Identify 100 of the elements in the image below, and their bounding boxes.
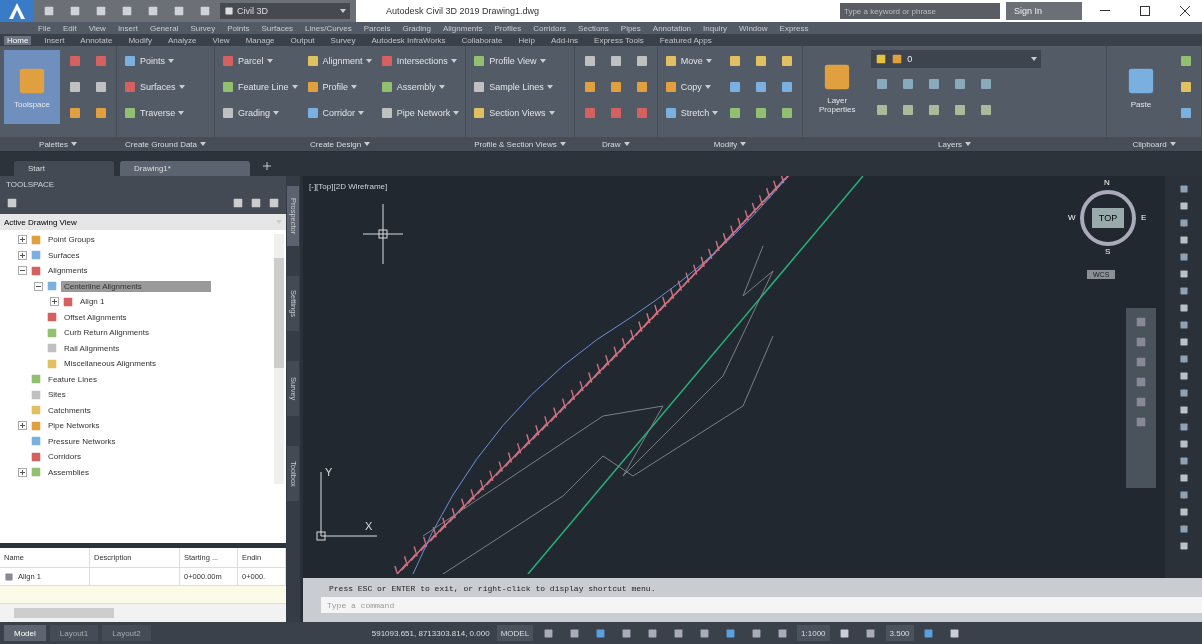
ribbon-tool-button[interactable]: Copy bbox=[661, 77, 721, 97]
ribbon-tab[interactable]: Insert bbox=[41, 35, 68, 45]
layout-tab[interactable]: Layout2 bbox=[102, 625, 151, 641]
layout-tab[interactable]: Model bbox=[4, 625, 46, 641]
tree-item[interactable]: Rail Alignments bbox=[61, 342, 123, 354]
panel-title-button[interactable]: Modify bbox=[657, 137, 803, 151]
compass-label[interactable]: W bbox=[1068, 213, 1076, 222]
ribbon-tool-button[interactable]: Profile View bbox=[470, 51, 557, 71]
workspace-dropdown[interactable]: Civil 3D bbox=[220, 3, 350, 19]
menu-item[interactable]: Corridors bbox=[533, 23, 567, 33]
ribbon-tab[interactable]: Collaborate bbox=[458, 35, 506, 45]
ribbon-tab[interactable]: Survey bbox=[327, 35, 359, 45]
ribbon-tool-button[interactable]: Grading bbox=[219, 103, 300, 123]
tree-item[interactable]: Corridors bbox=[45, 451, 84, 463]
ribbon-tool-button[interactable]: Section Views bbox=[470, 103, 557, 123]
panel-title-button[interactable]: Create Design bbox=[215, 137, 466, 151]
ribbon-tool-button[interactable]: Intersections bbox=[377, 51, 462, 71]
menu-item[interactable]: Parcels bbox=[363, 23, 391, 33]
panel-title-button[interactable]: Palettes bbox=[0, 137, 116, 151]
annotation-scale-button[interactable]: 1:1000 bbox=[797, 625, 830, 641]
document-tab[interactable]: Start bbox=[14, 161, 114, 176]
expand-icon[interactable] bbox=[18, 235, 27, 245]
menu-item[interactable]: Window bbox=[739, 23, 768, 33]
tree-item[interactable]: Alignments bbox=[45, 265, 91, 277]
ribbon-tool-button[interactable]: Pipe Network bbox=[377, 103, 462, 123]
collapse-icon[interactable] bbox=[18, 266, 27, 276]
compass-label[interactable]: S bbox=[1105, 247, 1111, 256]
ribbon-tool-button[interactable]: Corridor bbox=[303, 103, 374, 123]
compass-label[interactable]: E bbox=[1141, 213, 1147, 222]
collapse-icon[interactable] bbox=[34, 281, 43, 291]
ribbon-tool-button[interactable]: Profile bbox=[303, 77, 374, 97]
expand-icon[interactable] bbox=[18, 250, 27, 260]
menu-item[interactable]: Points bbox=[227, 23, 250, 33]
ribbon-tab[interactable]: View bbox=[209, 35, 233, 45]
ribbon-tool-button[interactable]: Move bbox=[661, 51, 721, 71]
ribbon-tool-button[interactable]: Alignment bbox=[303, 51, 374, 71]
expand-icon[interactable] bbox=[50, 297, 59, 307]
expand-icon[interactable] bbox=[18, 467, 27, 477]
ribbon-large-button[interactable]: Layer Properties bbox=[807, 50, 868, 124]
menu-item[interactable]: General bbox=[149, 23, 179, 33]
menu-item[interactable]: Lines/Curves bbox=[305, 23, 352, 33]
ribbon-tab[interactable]: Modify bbox=[125, 35, 155, 45]
menu-item[interactable]: Surfaces bbox=[261, 23, 294, 33]
ribbon-tab[interactable]: Analyze bbox=[164, 35, 200, 45]
tree-item[interactable]: Sites bbox=[45, 389, 69, 401]
menu-item[interactable]: Sections bbox=[578, 23, 609, 33]
menu-item[interactable]: Survey bbox=[190, 23, 216, 33]
cube-face[interactable]: TOP bbox=[1092, 208, 1124, 228]
view-dropdown[interactable]: Active Drawing View bbox=[0, 214, 286, 230]
tree-item[interactable]: Feature Lines bbox=[45, 373, 100, 385]
ribbon-tab[interactable]: Featured Apps bbox=[656, 35, 715, 45]
menu-item[interactable]: Express bbox=[779, 23, 809, 33]
menu-item[interactable]: Inquiry bbox=[703, 23, 728, 33]
tree-item[interactable]: Surfaces bbox=[45, 249, 83, 261]
panel-title-button[interactable]: Create Ground Data bbox=[117, 137, 215, 151]
text-height-button[interactable]: 3.500 bbox=[885, 625, 914, 641]
ribbon-tab[interactable]: Home bbox=[4, 35, 32, 45]
sign-in-button[interactable]: Sign In bbox=[1005, 2, 1082, 20]
panel-title-button[interactable]: Profile & Section Views bbox=[466, 137, 574, 151]
layer-dropdown[interactable]: 0 bbox=[871, 50, 1042, 68]
ribbon-tool-button[interactable]: Assembly bbox=[377, 77, 462, 97]
menu-item[interactable]: Annotation bbox=[652, 23, 692, 33]
model-space-button[interactable]: MODEL bbox=[496, 625, 534, 641]
tree-item[interactable]: Assemblies bbox=[45, 466, 92, 478]
navigation-bar[interactable] bbox=[1126, 308, 1156, 488]
menu-item[interactable]: View bbox=[88, 23, 106, 33]
search-field[interactable]: Type a keyword or phrase bbox=[839, 3, 1000, 19]
menu-item[interactable]: Edit bbox=[62, 23, 77, 33]
ribbon-tab[interactable]: Help bbox=[515, 35, 538, 45]
expand-icon[interactable] bbox=[18, 421, 27, 431]
tree-item[interactable]: Offset Alignments bbox=[61, 311, 130, 323]
panel-title-button[interactable]: Layers bbox=[803, 137, 1106, 151]
layout-tab[interactable]: Layout1 bbox=[49, 625, 99, 641]
menu-item[interactable]: Alignments bbox=[442, 23, 483, 33]
tree-item[interactable]: Align 1 bbox=[77, 296, 108, 308]
ribbon-tab[interactable]: Add-ins bbox=[547, 35, 582, 45]
menu-item[interactable]: Insert bbox=[117, 23, 138, 33]
ribbon-large-button[interactable]: Paste bbox=[1111, 50, 1171, 124]
tree-item[interactable]: Miscellaneous Alignments bbox=[61, 358, 160, 370]
ribbon-tool-button[interactable]: Traverse bbox=[121, 103, 187, 123]
menu-item[interactable]: Profiles bbox=[494, 23, 522, 33]
ribbon-tab[interactable]: Annotate bbox=[77, 35, 116, 45]
menu-item[interactable]: Pipes bbox=[620, 23, 641, 33]
command-input[interactable]: Type a command bbox=[321, 597, 1202, 613]
menu-item[interactable]: File bbox=[38, 23, 51, 33]
ribbon-tab[interactable]: Manage bbox=[242, 35, 278, 45]
ribbon-tool-button[interactable]: Sample Lines bbox=[470, 77, 557, 97]
panel-title-button[interactable]: Draw bbox=[574, 137, 657, 151]
tree-item[interactable]: Pipe Networks bbox=[45, 420, 103, 432]
tree-item[interactable]: Pressure Networks bbox=[45, 435, 119, 447]
ribbon-tool-button[interactable]: Surfaces bbox=[121, 77, 187, 97]
ribbon-tool-button[interactable]: Points bbox=[121, 51, 187, 71]
scrollbar[interactable] bbox=[274, 234, 284, 484]
ribbon-tool-button[interactable]: Feature Line bbox=[219, 77, 300, 97]
compass-label[interactable]: N bbox=[1104, 178, 1110, 187]
document-tab[interactable]: Drawing1* bbox=[120, 161, 250, 176]
tree-item[interactable]: Curb Return Alignments bbox=[61, 327, 152, 339]
ribbon-tool-button[interactable]: Stretch bbox=[661, 103, 721, 123]
tree-item[interactable]: Point Groups bbox=[45, 234, 98, 246]
viewport-label[interactable]: [-][Top][2D Wireframe] bbox=[309, 182, 388, 191]
